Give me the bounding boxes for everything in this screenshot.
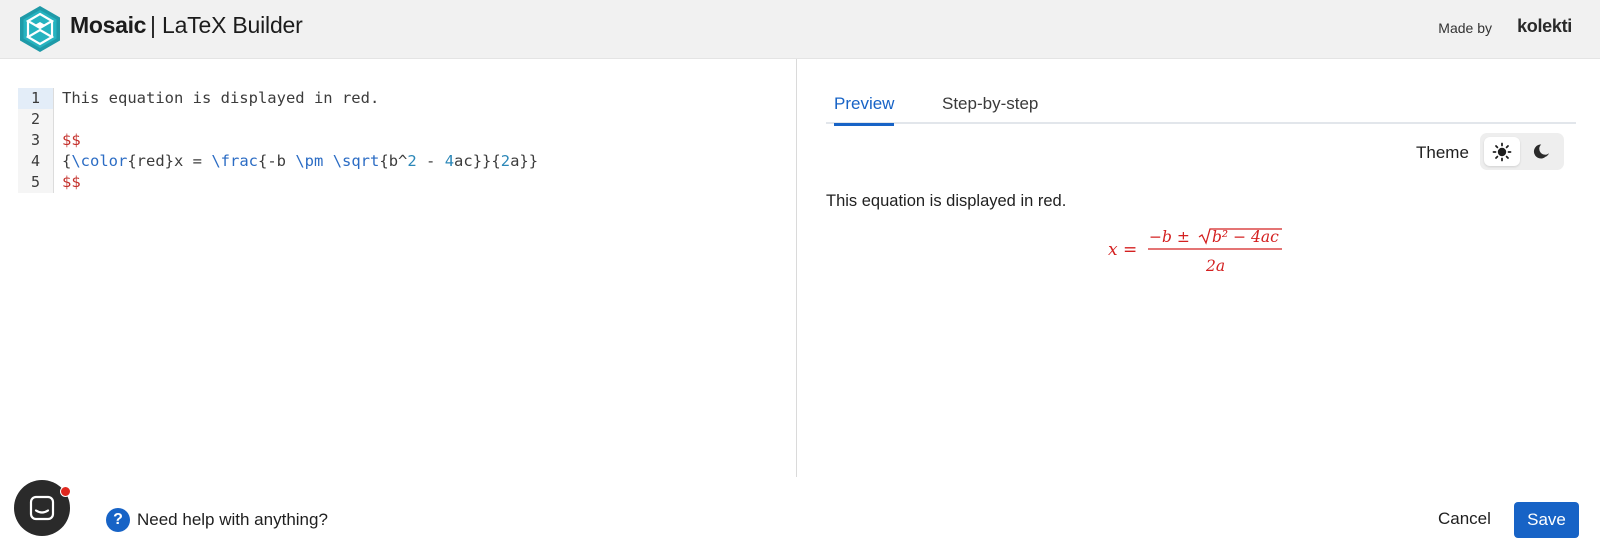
code-token-cmd: \frac <box>211 152 259 170</box>
code-token-plain: {-b <box>258 152 296 170</box>
code-token-plain: a}} <box>510 152 539 170</box>
code-lines[interactable]: 1 This equation is displayed in red. 2 3 $$ 4… <box>18 88 538 193</box>
cancel-button[interactable]: Cancel <box>1426 502 1503 536</box>
app-name: Mosaic <box>70 12 147 38</box>
line-text[interactable]: This equation is displayed in red. <box>54 88 379 109</box>
line-text[interactable]: $$ <box>54 172 81 193</box>
code-token-cmd: \color <box>71 152 128 170</box>
rendered-equation: x = −b ± b² − 4ac 2a <box>1108 228 1282 275</box>
code-token-plain: This equation is displayed in red. <box>62 89 380 107</box>
latex-code-editor[interactable]: 1 This equation is displayed in red. 2 3 $$ 4… <box>0 59 797 477</box>
help-link[interactable]: Need help with anything? <box>137 510 328 530</box>
theme-toggle <box>1480 133 1564 170</box>
help-icon[interactable]: ? <box>106 508 130 532</box>
notification-dot <box>60 486 71 497</box>
line-number: 5 <box>18 172 54 193</box>
equation-radicand: b² − 4ac <box>1212 228 1279 246</box>
app-subtitle: LaTeX Builder <box>162 12 303 38</box>
rendered-text: This equation is displayed in red. <box>826 192 1067 210</box>
preview-tabs: Preview Step-by-step <box>826 89 1576 126</box>
chat-icon <box>29 495 55 521</box>
code-token-cmd: \sqrt <box>332 152 380 170</box>
line-text[interactable]: $$ <box>54 130 81 151</box>
code-line[interactable]: 2 <box>18 109 538 130</box>
line-number: 3 <box>18 130 54 151</box>
line-number: 4 <box>18 151 54 172</box>
line-text[interactable] <box>54 109 62 130</box>
code-token-num: 4 <box>444 152 455 170</box>
sun-icon <box>1492 142 1512 161</box>
code-line[interactable]: 1 This equation is displayed in red. <box>18 88 538 109</box>
preview-pane: Preview Step-by-step Theme This equation… <box>798 59 1600 477</box>
app-header: Mosaic | LaTeX Builder Made by kolekti <box>0 0 1600 59</box>
code-token-plain: - <box>416 152 445 170</box>
moon-icon <box>1533 143 1549 158</box>
equation-denominator: 2a <box>1205 257 1225 275</box>
equation-numerator-term: −b ± <box>1149 228 1190 246</box>
line-number: 1 <box>18 88 54 109</box>
kolekti-brand-logo[interactable]: kolekti <box>1517 16 1572 37</box>
code-line[interactable]: 5 $$ <box>18 172 538 193</box>
code-line[interactable]: 4 {\color{red}x = \frac{-b \pm \sqrt{b^2 … <box>18 151 538 172</box>
code-token-dollar: $$ <box>62 173 81 191</box>
code-token-plain: ac}}{ <box>454 152 501 170</box>
line-text[interactable]: {\color{red}x = \frac{-b \pm \sqrt{b^2 -… <box>54 151 538 172</box>
code-line[interactable]: 3 $$ <box>18 130 538 151</box>
code-token-plain: {b^ <box>379 152 408 170</box>
line-number: 2 <box>18 109 54 130</box>
code-token-num: 2 <box>407 152 417 170</box>
tab-step-by-step[interactable]: Step-by-step <box>942 94 1038 123</box>
code-token-dollar: $$ <box>62 131 81 149</box>
title-separator: | <box>150 12 156 38</box>
code-token-num: 2 <box>500 152 511 170</box>
theme-label: Theme <box>1416 143 1469 162</box>
mosaic-logo-icon <box>20 6 60 52</box>
tab-preview[interactable]: Preview <box>834 94 895 126</box>
light-theme-button[interactable] <box>1484 137 1520 166</box>
code-token-plain: {red}x = <box>127 152 212 170</box>
save-button[interactable]: Save <box>1514 502 1579 538</box>
code-token-plain: { <box>62 152 72 170</box>
dark-theme-button[interactable] <box>1524 137 1560 166</box>
code-token-cmd: \pm <box>295 152 324 170</box>
equation-lhs: x = <box>1108 240 1137 260</box>
made-by-label: Made by <box>1438 20 1492 36</box>
